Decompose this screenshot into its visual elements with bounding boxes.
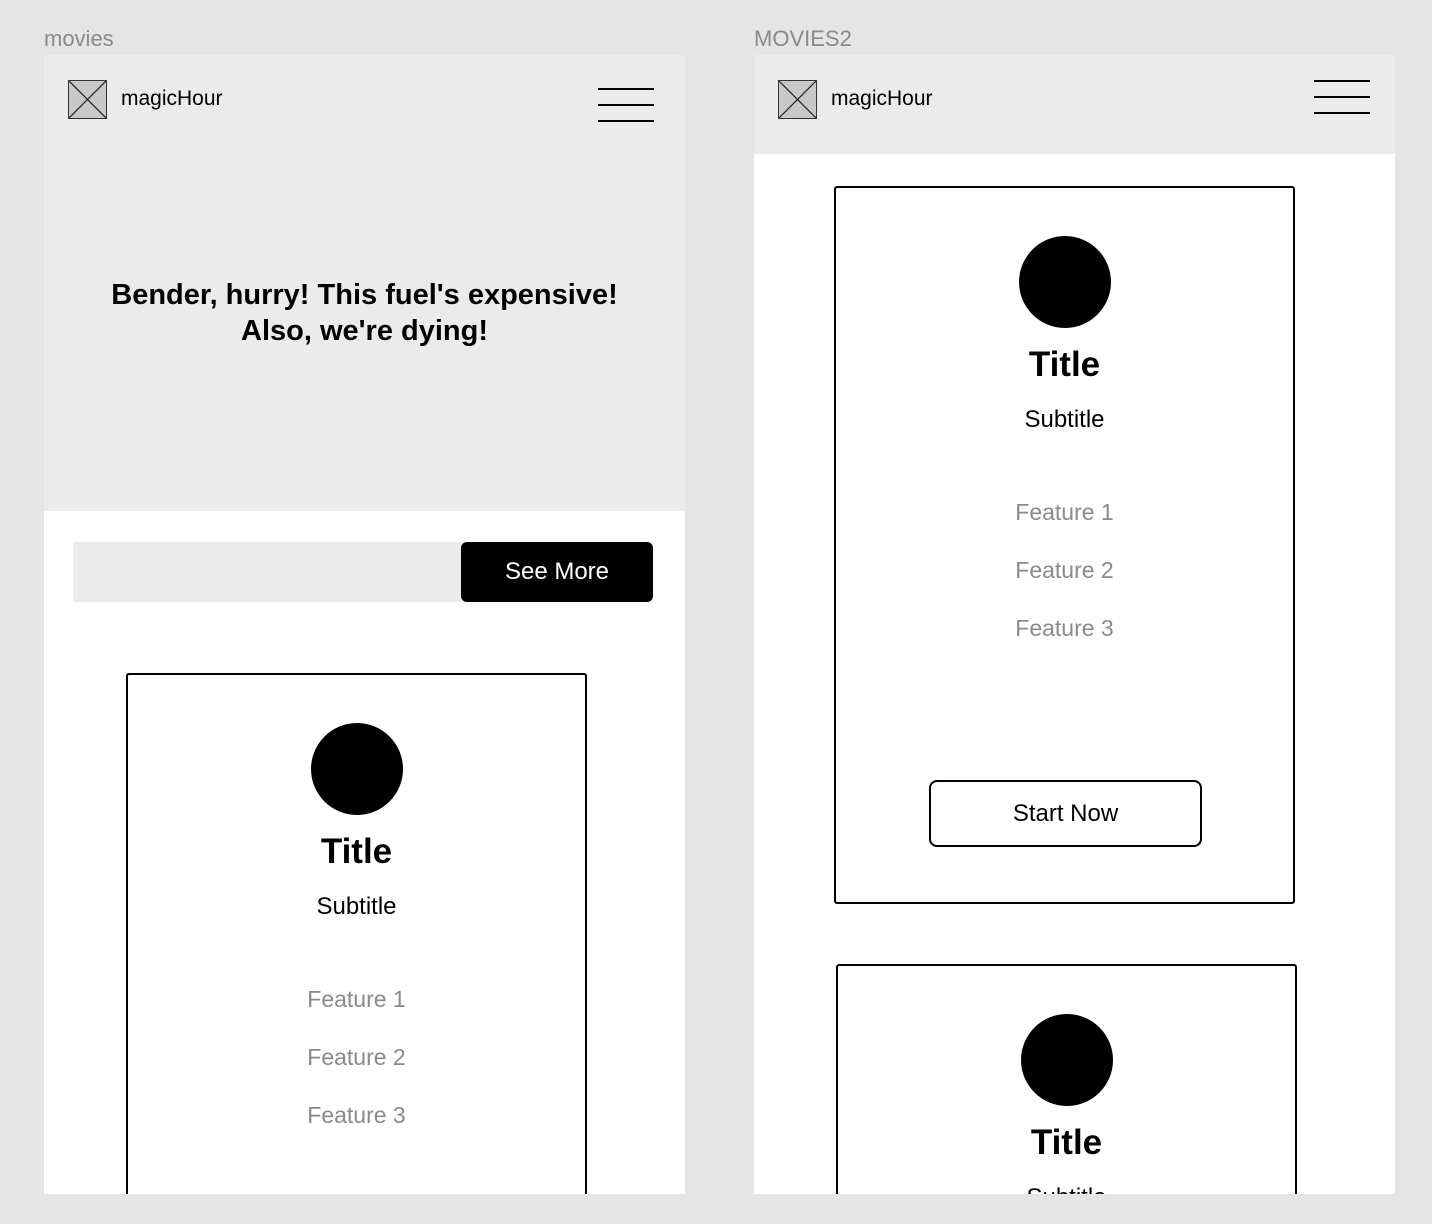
feature-item: Feature 2	[307, 1044, 406, 1070]
avatar	[1020, 1014, 1113, 1106]
feature-item: Feature 3	[307, 1102, 406, 1128]
frame-movies: Bender, hurry! This fuel's expensive! Al…	[44, 55, 685, 1194]
hero-line-1: Bender, hurry! This fuel's expensive!	[111, 279, 618, 311]
image-placeholder-icon[interactable]	[778, 80, 817, 119]
brand-name[interactable]: magicHour	[831, 87, 933, 111]
hamburger-menu-icon[interactable]	[598, 88, 654, 122]
card-title: Title	[1028, 345, 1101, 384]
frame-movies2: magicHour Title Subtitle Feature 1 Featu…	[754, 55, 1395, 1194]
avatar	[310, 723, 403, 815]
hero-section: Bender, hurry! This fuel's expensive! Al…	[44, 55, 685, 511]
card-title: Title	[320, 832, 393, 871]
avatar	[1018, 236, 1111, 328]
start-now-button[interactable]: Start Now	[929, 780, 1202, 847]
hero-line-2: Also, we're dying!	[241, 315, 488, 347]
feature-item: Feature 1	[307, 986, 406, 1012]
pricing-card: Title Subtitle Feature 1 Feature 2 Featu…	[834, 186, 1295, 904]
image-placeholder-icon[interactable]	[68, 80, 107, 119]
frame-label-movies2: MOVIES2	[754, 26, 852, 51]
feature-item: Feature 1	[1015, 499, 1114, 525]
frame-label-movies: movies	[44, 26, 114, 51]
pricing-card: Title Subtitle	[836, 964, 1297, 1194]
search-input[interactable]	[73, 542, 463, 602]
navbar: magicHour	[754, 55, 1395, 154]
card-subtitle: Subtitle	[316, 893, 397, 920]
feature-item: Feature 2	[1015, 557, 1114, 583]
hero-headline: Bender, hurry! This fuel's expensive! Al…	[44, 277, 685, 349]
brand-name[interactable]: magicHour	[121, 87, 223, 111]
pricing-card: Title Subtitle Feature 1 Feature 2 Featu…	[126, 673, 587, 1194]
feature-item: Feature 3	[1015, 615, 1114, 641]
card-subtitle: Subtitle	[838, 1184, 1295, 1194]
card-subtitle: Subtitle	[1024, 406, 1105, 433]
see-more-button[interactable]: See More	[461, 542, 653, 602]
card-title: Title	[1030, 1123, 1103, 1162]
hamburger-menu-icon[interactable]	[1314, 80, 1370, 114]
